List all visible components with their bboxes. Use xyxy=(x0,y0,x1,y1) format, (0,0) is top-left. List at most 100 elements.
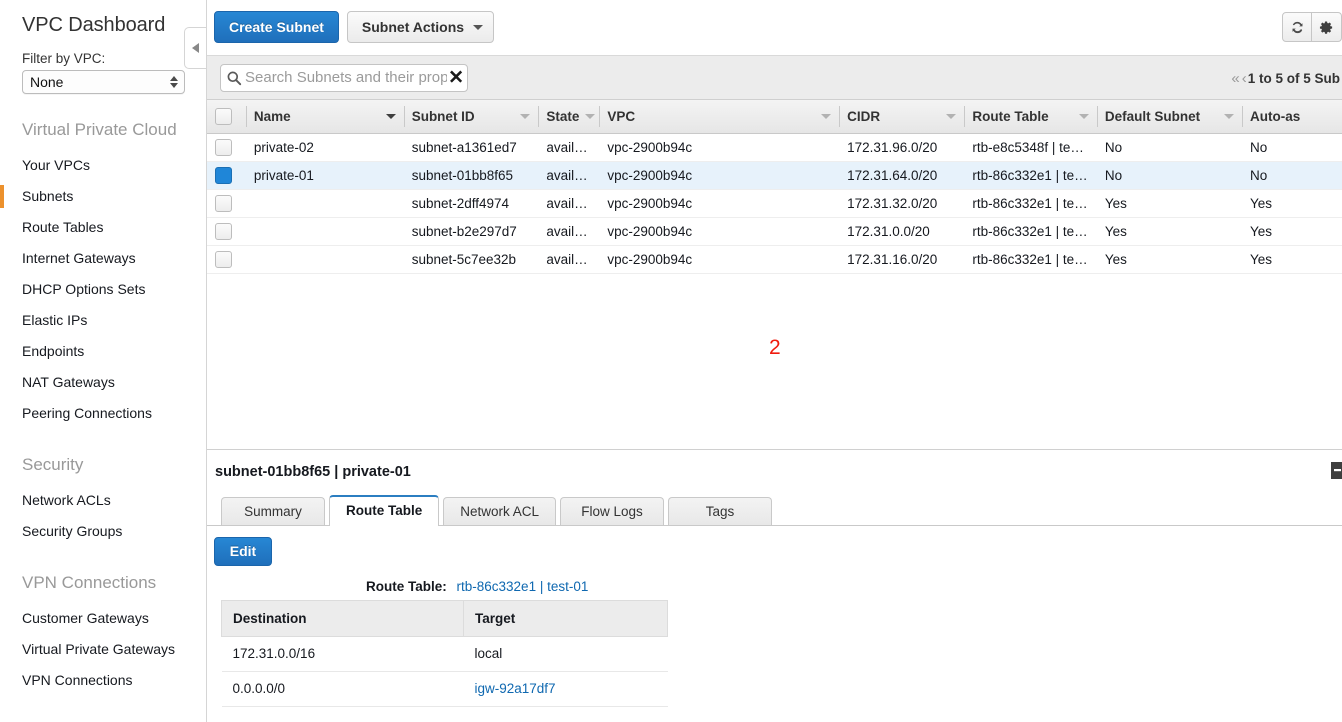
column-header-default-subnet[interactable]: Default Subnet xyxy=(1096,100,1243,134)
sidebar: VPC Dashboard Filter by VPC: None Virtua… xyxy=(0,0,207,722)
sort-caret-icon[interactable] xyxy=(1078,113,1089,119)
routes-column-header: Target xyxy=(463,599,668,637)
row-select-cell[interactable] xyxy=(207,189,246,218)
sidebar-collapse-handle[interactable] xyxy=(184,27,206,69)
cell-subnet-cidr: 172.31.96.0/20 xyxy=(839,133,965,162)
stepper-arrows-icon xyxy=(170,76,178,88)
settings-button[interactable] xyxy=(1312,12,1342,42)
sidebar-nav: Virtual Private Cloud Your VPCs Subnets Rou… xyxy=(0,120,206,696)
sidebar-item-elastic-ips[interactable]: Elastic IPs xyxy=(0,305,206,336)
route-table-reference: Route Table: rtb-86c332e1 | test-01 xyxy=(214,579,1342,594)
first-page-button[interactable]: « xyxy=(1230,70,1240,87)
sidebar-item-your-vpcs[interactable]: Your VPCs xyxy=(0,150,206,181)
cell-subnet-auto-assign: No xyxy=(1242,133,1342,162)
column-header-cidr[interactable]: CIDR xyxy=(839,100,965,134)
row-checkbox[interactable] xyxy=(215,194,232,212)
cell-subnet-vpc: vpc-2900b94c xyxy=(599,245,840,274)
column-header-label: VPC xyxy=(607,108,636,124)
row-checkbox[interactable] xyxy=(215,222,232,240)
tab-route-table[interactable]: Route Table xyxy=(329,494,440,526)
sort-caret-icon[interactable] xyxy=(385,113,396,119)
tab-network-acl[interactable]: Network ACL xyxy=(443,496,557,525)
table-row[interactable]: subnet-5c7ee32b available vpc-2900b94c 172.… xyxy=(207,245,1342,274)
sidebar-group-title: Virtual Private Cloud xyxy=(22,120,177,139)
search-box[interactable]: ✕ xyxy=(220,63,468,92)
table-row[interactable]: subnet-b2e297d7 available vpc-2900b94c 172.… xyxy=(207,217,1342,246)
clear-search-icon[interactable]: ✕ xyxy=(447,68,464,87)
column-header-state[interactable]: State xyxy=(538,100,600,134)
row-select-cell[interactable] xyxy=(207,133,246,162)
cell-subnet-route-table: rtb-86c332e1 | tes… xyxy=(964,217,1097,246)
prev-page-button[interactable]: ‹ xyxy=(1241,70,1248,87)
sidebar-item-customer-gateways[interactable]: Customer Gateways xyxy=(0,603,206,634)
row-checkbox[interactable] xyxy=(215,166,232,184)
filter-by-vpc-wrapper: None xyxy=(0,70,206,94)
sort-caret-icon[interactable] xyxy=(520,113,531,119)
detail-collapse-icon[interactable] xyxy=(1326,461,1342,479)
refresh-button[interactable] xyxy=(1282,12,1312,42)
cell-subnet-id: subnet-2dff4974 xyxy=(403,189,539,218)
table-row[interactable]: private-01 subnet-01bb8f65 available vpc-29… xyxy=(207,161,1342,190)
cell-subnet-auto-assign: Yes xyxy=(1242,245,1342,274)
cell-subnet-vpc: vpc-2900b94c xyxy=(599,133,840,162)
sidebar-item-dhcp-options-sets[interactable]: DHCP Options Sets xyxy=(0,274,206,305)
routes-header-row: Destination Target xyxy=(221,599,668,637)
sort-caret-icon[interactable] xyxy=(585,113,596,119)
sidebar-item-security-groups[interactable]: Security Groups xyxy=(0,516,206,547)
cell-subnet-default: No xyxy=(1096,133,1243,162)
sort-caret-icon[interactable] xyxy=(821,113,832,119)
row-select-cell[interactable] xyxy=(207,161,246,190)
edit-button[interactable]: Edit xyxy=(214,536,272,566)
table-empty-area xyxy=(207,273,1342,449)
route-table-label: Route Table: xyxy=(366,578,447,594)
cell-subnet-vpc: vpc-2900b94c xyxy=(599,217,840,246)
sidebar-item-nat-gateways[interactable]: NAT Gateways xyxy=(0,367,206,398)
sidebar-item-endpoints[interactable]: Endpoints xyxy=(0,336,206,367)
cell-subnet-default: No xyxy=(1096,161,1243,190)
sidebar-item-virtual-private-gateways[interactable]: Virtual Private Gateways xyxy=(0,634,206,665)
column-header-label: CIDR xyxy=(847,108,881,124)
cell-subnet-state: available xyxy=(538,217,600,246)
row-checkbox[interactable] xyxy=(215,250,232,268)
tab-summary[interactable]: Summary xyxy=(221,496,325,525)
detail-tabs: Summary Route Table Network ACL Flow Logs Ta… xyxy=(207,494,1342,526)
search-input[interactable] xyxy=(242,65,463,90)
sidebar-item-subnets[interactable]: Subnets xyxy=(0,181,206,212)
row-select-cell[interactable] xyxy=(207,217,246,246)
sort-caret-icon[interactable] xyxy=(946,113,957,119)
route-target[interactable]: igw-92a17df7 xyxy=(463,671,668,707)
column-header-auto-as[interactable]: Auto-as xyxy=(1242,100,1342,134)
chevron-left-icon xyxy=(192,43,199,53)
table-row[interactable]: private-02 subnet-a1361ed7 available vpc-29… xyxy=(207,133,1342,162)
tab-flow-logs[interactable]: Flow Logs xyxy=(560,496,665,525)
sidebar-item-peering-connections[interactable]: Peering Connections xyxy=(0,398,206,429)
filter-by-vpc-select[interactable]: None xyxy=(22,70,185,94)
subnet-actions-button[interactable]: Subnet Actions xyxy=(346,11,495,43)
column-header-vpc[interactable]: VPC xyxy=(599,100,840,134)
column-header-route-table[interactable]: Route Table xyxy=(964,100,1097,134)
cell-subnet-auto-assign: No xyxy=(1242,161,1342,190)
create-subnet-button[interactable]: Create Subnet xyxy=(214,11,339,43)
sidebar-item-vpn-connections[interactable]: VPN Connections xyxy=(0,665,206,696)
cell-subnet-vpc: vpc-2900b94c xyxy=(599,189,840,218)
select-all-header[interactable] xyxy=(207,100,246,134)
sidebar-item-route-tables[interactable]: Route Tables xyxy=(0,212,206,243)
routes-table: Destination Target 172.31.0.0/16 local 0.0.… xyxy=(221,599,668,707)
column-header-subnet-id[interactable]: Subnet ID xyxy=(403,100,539,134)
sidebar-item-network-acls[interactable]: Network ACLs xyxy=(0,485,206,516)
cell-subnet-id: subnet-a1361ed7 xyxy=(403,133,539,162)
sort-caret-icon[interactable] xyxy=(1224,113,1235,119)
cell-subnet-vpc: vpc-2900b94c xyxy=(599,161,840,190)
tab-tags[interactable]: Tags xyxy=(668,496,773,525)
sidebar-item-internet-gateways[interactable]: Internet Gateways xyxy=(0,243,206,274)
row-select-cell[interactable] xyxy=(207,245,246,274)
table-row[interactable]: subnet-2dff4974 available vpc-2900b94c 172.… xyxy=(207,189,1342,218)
select-all-checkbox[interactable] xyxy=(215,107,232,125)
cell-subnet-auto-assign: Yes xyxy=(1242,217,1342,246)
cell-subnet-state: available xyxy=(538,189,600,218)
cell-subnet-state: available xyxy=(538,133,600,162)
column-header-name[interactable]: Name xyxy=(245,100,404,134)
subnets-table-region: Name Subnet ID State VPC CIDR Route Table Defa… xyxy=(207,100,1342,449)
row-checkbox[interactable] xyxy=(215,138,232,156)
route-table-link[interactable]: rtb-86c332e1 | test-01 xyxy=(457,579,589,594)
